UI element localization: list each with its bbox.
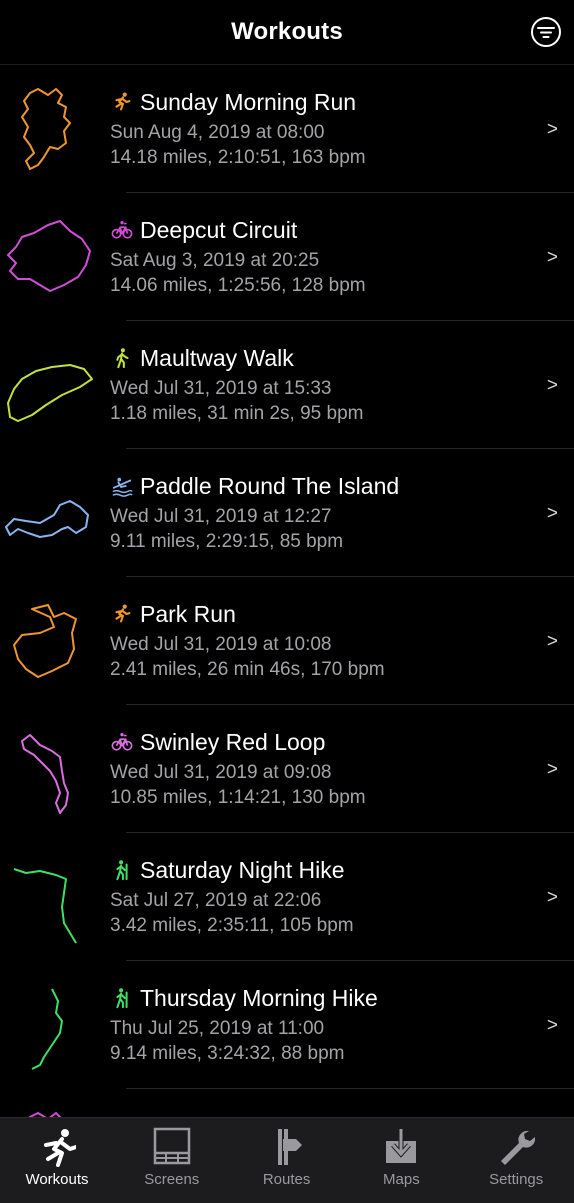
route-path — [13, 604, 77, 678]
bicycle-icon — [110, 219, 134, 241]
running-icon — [110, 603, 134, 625]
route-thumbnail — [13, 868, 77, 944]
route-thumbnail — [7, 220, 91, 292]
route-path — [5, 500, 89, 538]
hiking-icon — [110, 859, 134, 881]
workout-title-line: Swinley Red Loop — [110, 729, 325, 756]
route-path — [31, 988, 63, 1070]
workout-stats: 3.42 miles, 2:35:11, 105 bpm — [110, 915, 354, 936]
route-path — [7, 364, 93, 422]
route-sign-icon — [277, 1129, 302, 1165]
disclosure-chevron-icon: > — [546, 631, 558, 652]
workout-date: Wed Jul 31, 2019 at 12:27 — [110, 506, 332, 527]
workout-date: Thu Jul 25, 2019 at 11:00 — [110, 1018, 325, 1039]
route-thumbnail — [28, 1112, 62, 1117]
workout-stats: 2.41 miles, 26 min 46s, 170 bpm — [110, 659, 385, 680]
disclosure-chevron-icon: > — [546, 119, 558, 140]
filter-lines-icon — [537, 27, 555, 38]
tab-workouts[interactable]: Workouts — [0, 1118, 114, 1203]
workout-stats: 1.18 miles, 31 min 2s, 95 bpm — [110, 403, 364, 424]
route-thumbnail — [31, 988, 63, 1070]
paddling-icon — [110, 475, 134, 497]
workout-row[interactable]: Monday Morning Cycle> — [0, 1089, 574, 1117]
route-path — [7, 220, 91, 292]
filter-button[interactable] — [531, 17, 561, 47]
workout-stats: 14.18 miles, 2:10:51, 163 bpm — [110, 147, 366, 168]
screens-grid-icon — [153, 1127, 191, 1165]
tab-label: Maps — [383, 1171, 420, 1188]
route-path — [21, 734, 69, 814]
workout-row[interactable]: Park Run Wed Jul 31, 2019 at 10:08 2.41 mi… — [0, 577, 574, 705]
running-icon — [110, 91, 134, 113]
disclosure-chevron-icon: > — [546, 375, 558, 396]
workout-date: Wed Jul 31, 2019 at 09:08 — [110, 762, 332, 783]
workout-row[interactable]: Paddle Round The Island Wed Jul 31, 2019 … — [0, 449, 574, 577]
workout-title-line: Thursday Morning Hike — [110, 985, 378, 1012]
workout-stats: 14.06 miles, 1:25:56, 128 bpm — [110, 275, 366, 296]
tab-screens[interactable]: Screens — [115, 1118, 229, 1203]
workout-title-line: Paddle Round The Island — [110, 473, 399, 500]
workout-date: Wed Jul 31, 2019 at 15:33 — [110, 378, 332, 399]
bicycle-icon — [110, 731, 134, 753]
route-thumbnail — [7, 364, 93, 422]
disclosure-chevron-icon: > — [546, 247, 558, 268]
workout-name: Deepcut Circuit — [140, 217, 298, 243]
workout-date: Sun Aug 4, 2019 at 08:00 — [110, 122, 325, 143]
workout-row[interactable]: Thursday Morning Hike Thu Jul 25, 2019 at… — [0, 961, 574, 1089]
running-icon — [44, 1129, 76, 1167]
tab-routes[interactable]: Routes — [230, 1118, 344, 1203]
workout-stats: 10.85 miles, 1:14:21, 130 bpm — [110, 787, 366, 808]
workout-name: Paddle Round The Island — [140, 473, 400, 499]
route-path — [21, 88, 71, 170]
workout-name: Sunday Morning Run — [140, 89, 357, 115]
tab-label: Routes — [262, 1171, 311, 1188]
workout-row[interactable]: Maultway Walk Wed Jul 31, 2019 at 15:33 1.… — [0, 321, 574, 449]
workout-title-line: Park Run — [110, 601, 236, 628]
wrench-icon — [501, 1130, 536, 1165]
tab-maps[interactable]: Maps — [344, 1118, 458, 1203]
workout-date: Sat Aug 3, 2019 at 20:25 — [110, 250, 320, 271]
workout-row[interactable]: Saturday Night Hike Sat Jul 27, 2019 at 2… — [0, 833, 574, 961]
workout-list[interactable]: Sunday Morning Run Sun Aug 4, 2019 at 08:… — [0, 65, 574, 1117]
disclosure-chevron-icon: > — [546, 503, 558, 524]
workout-row[interactable]: Sunday Morning Run Sun Aug 4, 2019 at 08:… — [0, 65, 574, 193]
hiking-icon — [110, 987, 134, 1009]
workout-row[interactable]: Swinley Red Loop Wed Jul 31, 2019 at 09:0… — [0, 705, 574, 833]
tab-settings[interactable]: Settings — [459, 1118, 573, 1203]
tab-bar: Workouts Screens Routes Maps Settings — [0, 1117, 574, 1203]
page-title: Workouts — [231, 18, 343, 45]
disclosure-chevron-icon: > — [546, 759, 558, 780]
workout-title-line: Deepcut Circuit — [110, 217, 297, 244]
nav-bar: Workouts — [0, 0, 574, 65]
route-thumbnail — [21, 734, 69, 814]
route-thumbnail — [13, 604, 77, 678]
tab-label: Screens — [144, 1171, 200, 1188]
workout-date: Wed Jul 31, 2019 at 10:08 — [110, 634, 332, 655]
disclosure-chevron-icon: > — [546, 887, 558, 908]
tab-label: Settings — [489, 1171, 544, 1188]
disclosure-chevron-icon: > — [546, 1015, 558, 1036]
workout-title-line: Maultway Walk — [110, 345, 294, 372]
workout-name: Saturday Night Hike — [140, 857, 345, 883]
route-thumbnail — [5, 500, 89, 538]
workout-stats: 9.11 miles, 2:29:15, 85 bpm — [110, 531, 344, 552]
tab-label: Workouts — [25, 1171, 89, 1188]
download-map-icon — [386, 1129, 417, 1163]
workout-row[interactable]: Deepcut Circuit Sat Aug 3, 2019 at 20:25 1… — [0, 193, 574, 321]
workout-name: Maultway Walk — [140, 345, 294, 371]
workout-stats: 9.14 miles, 3:24:32, 88 bpm — [110, 1043, 345, 1064]
route-thumbnail — [21, 88, 71, 170]
workout-name: Thursday Morning Hike — [140, 985, 378, 1011]
workout-date: Sat Jul 27, 2019 at 22:06 — [110, 890, 322, 911]
workout-name: Park Run — [140, 601, 236, 627]
workout-title-line: Sunday Morning Run — [110, 89, 356, 116]
route-path — [13, 868, 77, 944]
walking-icon — [110, 347, 134, 369]
workout-name: Swinley Red Loop — [140, 729, 326, 755]
workout-title-line: Saturday Night Hike — [110, 857, 345, 884]
